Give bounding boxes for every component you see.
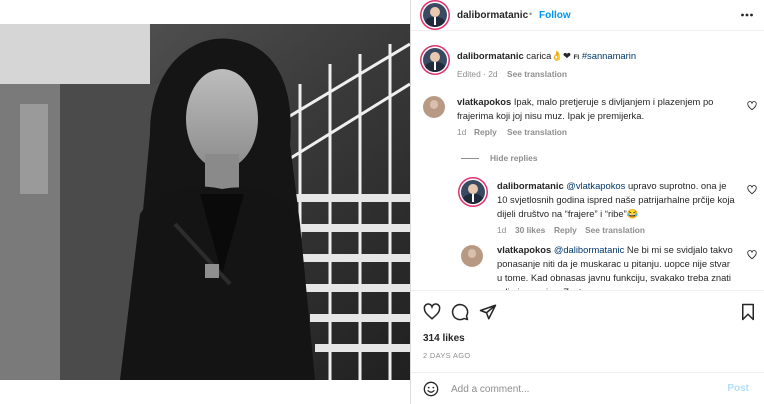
caption-avatar[interactable] [423,48,447,72]
comment-like-heart-icon[interactable] [747,101,757,111]
reply-age: 1d [497,225,507,235]
reply-2-mention[interactable]: @dalibormatanic [554,244,625,255]
post-actions-bar: 314 likes 2 DAYS AGO [411,290,764,380]
comment-input[interactable] [451,381,721,397]
post-photo[interactable] [0,24,410,380]
comment-username[interactable]: vlatkapokos [457,96,511,107]
reply-username[interactable]: dalibormatanic [497,180,564,191]
reply-likes-count[interactable]: 30 likes [515,225,545,235]
post-header: dalibormatanic • Follow [411,0,764,31]
hide-replies-button[interactable]: Hide replies [490,153,537,163]
post-comment-button[interactable]: Post [727,383,749,394]
reply-2-avatar[interactable] [461,245,483,267]
caption-edited-time: Edited · 2d [457,69,498,79]
caption-see-translation[interactable]: See translation [507,69,567,79]
share-icon[interactable] [479,303,497,321]
add-comment-bar: Post [411,372,764,404]
author-avatar[interactable] [423,3,447,27]
more-horizontal-icon[interactable] [741,13,753,17]
comment-see-translation[interactable]: See translation [507,127,567,137]
post-media-area [0,0,410,404]
reply-body: dalibormatanic @vlatkapokos upravo supro… [497,179,735,221]
post-photo-image [0,24,410,380]
comments-list: dalibormatanic carica👌❤ FI #sannamarin E… [411,32,764,290]
author-username[interactable]: dalibormatanic [457,10,528,21]
comment-body: vlatkapokos Ipak, malo pretjeruje s divl… [457,95,735,123]
caption-text: carica [526,50,552,61]
post-details-panel: dalibormatanic • Follow dalibormatanic c… [410,0,764,404]
reply-like-heart-icon[interactable] [747,185,757,195]
reply-reply-button[interactable]: Reply [554,225,577,235]
reply-avatar[interactable] [461,180,485,204]
caption-username[interactable]: dalibormatanic [457,50,524,61]
follow-button[interactable]: Follow [539,10,571,21]
caption-emoji: 👌❤ [551,50,571,61]
emoji-icon[interactable] [423,381,439,397]
post-date: 2 DAYS AGO [423,351,471,360]
reply-mention[interactable]: @vlatkapokos [566,180,625,191]
reply-2-body: vlatkapokos @dalibormatanic Ne bi mi se … [497,243,735,290]
likes-count[interactable]: 314 likes [423,333,465,344]
hide-replies-line [461,158,479,159]
comment-icon[interactable] [451,303,469,321]
caption-line: dalibormatanic carica👌❤ FI #sannamarin [457,50,636,62]
reply-2-like-heart-icon[interactable] [747,250,757,260]
bookmark-icon[interactable] [739,303,757,321]
comment-reply-button[interactable]: Reply [474,127,497,137]
reply-2-username[interactable]: vlatkapokos [497,244,551,255]
like-heart-icon[interactable] [423,303,441,321]
finland-flag-icon: FI [573,54,580,61]
comment-age: 1d [457,127,467,137]
reply-see-translation[interactable]: See translation [585,225,645,235]
commenter-avatar[interactable] [423,96,445,118]
caption-hashtag[interactable]: #sannamarin [582,50,636,61]
header-dot-separator: • [529,9,533,19]
